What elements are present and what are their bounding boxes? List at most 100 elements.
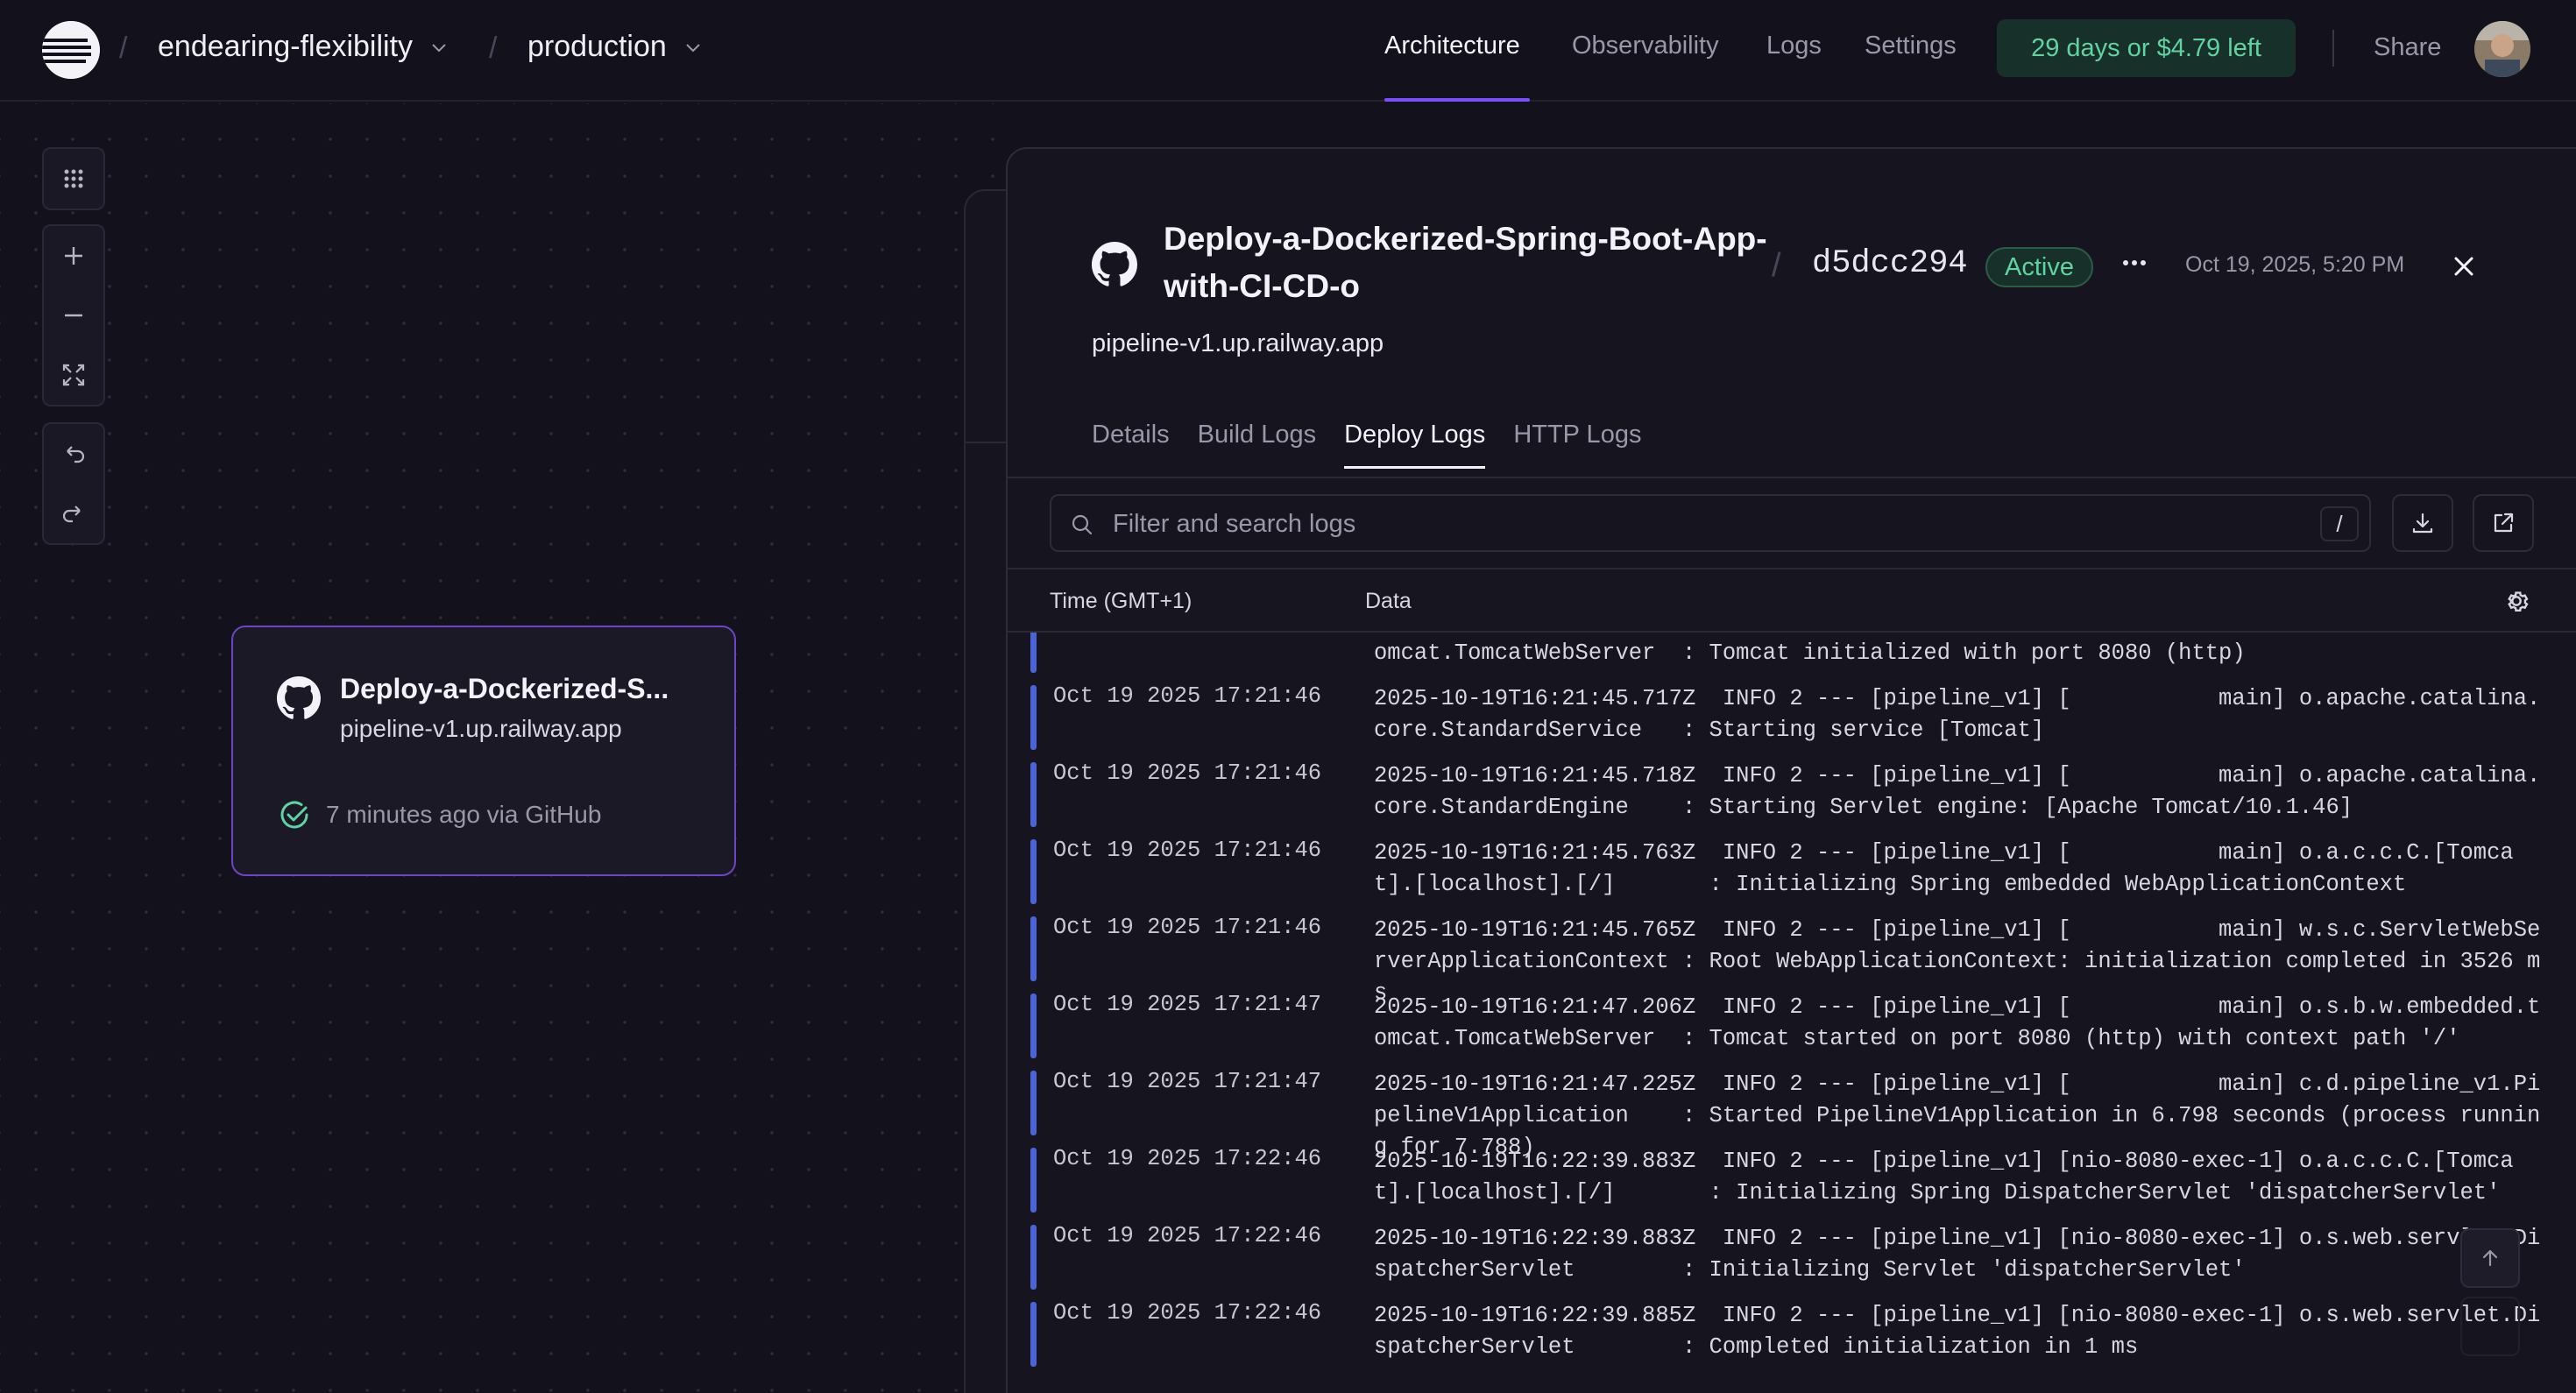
deployment-panel: Deploy-a-Dockerized-Spring-Boot-App-with… [1006,147,2576,1393]
download-logs-button[interactable] [2392,494,2453,552]
log-time: Oct 19 2025 17:21:46 [1053,760,1322,786]
log-row[interactable]: Oct 19 2025 17:22:46 2025-10-19T16:22:39.… [1008,1223,2576,1300]
log-level-bar [1030,633,1037,673]
undo-icon [67,446,85,463]
log-level-bar [1030,993,1037,1058]
log-time: Oct 19 2025 17:22:46 [1053,1146,1322,1171]
log-data: 2025-10-19T16:22:39.883Z INFO 2 --- [pip… [1374,1226,2541,1283]
log-row[interactable]: Oct 19 2025 17:21:46 2025-10-19T16:21:45.… [1008,838,2576,915]
arrow-up-icon [2482,1249,2498,1267]
github-icon [277,676,321,719]
commit-hash[interactable]: d5dcc294 [1812,245,1968,282]
log-row[interactable]: Oct 19 2025 17:21:462025-10-19T16:21:45.… [1008,683,2576,760]
redo-icon [62,506,81,523]
search-shortcut-hint: / [2320,506,2359,541]
fit-screen-button[interactable] [44,345,103,405]
history-controls [42,422,105,545]
log-time: Oct 19 2025 17:22:46 [1053,1300,1322,1326]
divider [2332,30,2334,67]
ellipsis-icon[interactable] [2117,245,2152,280]
log-row[interactable]: Oct 19 2025 17:21:462025-10-19T16:21:45.… [1008,760,2576,838]
nav-settings[interactable]: Settings [1865,32,1957,60]
trial-badge[interactable]: 29 days or $4.79 left [1997,19,2296,77]
search-icon [1072,514,1093,535]
tabs-divider [1008,477,2576,478]
log-time: Oct 19 2025 17:21:46 [1053,838,1322,863]
plus-icon [65,247,82,265]
log-time: Oct 19 2025 17:22:46 [1053,1223,1322,1248]
log-row[interactable]: Oct 19 2025 17:21:462025-10-19T16:21:45.… [1008,915,2576,1006]
log-data: 2025-10-19T16:21:45.695Z INFO 2 --- [pip… [1374,633,2540,666]
zoom-out-button[interactable] [44,286,103,345]
avatar[interactable] [2474,21,2530,77]
tab-details[interactable]: Details [1092,421,1170,469]
minus-icon [65,314,82,317]
undo-button[interactable] [44,424,103,484]
log-level-bar [1030,762,1037,827]
grid-button[interactable] [44,149,103,209]
log-time: Oct 19 2025 17:21:46 [1053,915,1322,940]
tab-build-logs[interactable]: Build Logs [1198,421,1316,469]
nav-logs[interactable]: Logs [1766,32,1822,60]
panel-tabs: Details Build Logs Deploy Logs HTTP Logs [1092,421,1669,469]
grid-icon [64,169,83,188]
column-data: Data [1365,589,1412,613]
log-row[interactable]: Oct 19 2025 17:21:47 2025-10-19T16:21:47.… [1008,992,2576,1069]
nav-active-indicator [1384,98,1530,102]
deployment-date: Oct 19, 2025, 5:20 PM [2185,252,2405,277]
check-circle-icon [280,801,308,829]
log-data: 2025-10-19T16:22:39.883Z INFO 2 --- [pip… [1374,1149,2514,1206]
log-row[interactable]: Oct 19 2025 17:21:47 2025-10-19T16:21:47.… [1008,1069,2576,1160]
log-level-bar [1030,685,1037,750]
log-search-box: / [1050,494,2371,552]
log-data: 2025-10-19T16:21:47.206Z INFO 2 --- [pip… [1374,994,2541,1051]
log-time: Oct 19 2025 17:21:47 [1053,992,1322,1017]
chevron-down-icon [432,43,446,52]
status-badge: Active [1985,247,2093,287]
download-icon [2412,513,2433,534]
scroll-to-top-button[interactable] [2460,1228,2520,1288]
close-icon[interactable] [2448,251,2480,282]
zoom-in-button[interactable] [44,226,103,286]
search-input[interactable] [1113,505,2252,543]
tab-http-logs[interactable]: HTTP Logs [1513,421,1641,469]
service-status: 7 minutes ago via GitHub [277,797,601,832]
project-selector[interactable]: endearing-flexibility [158,30,449,64]
log-row[interactable]: Oct 19 2025 17:22:46 2025-10-19T16:22:39.… [1008,1146,2576,1223]
log-data: 2025-10-19T16:22:39.885Z INFO 2 --- [pip… [1374,1303,2541,1360]
project-name: endearing-flexibility [158,30,414,63]
canvas-menu-group [42,147,105,210]
log-data: 2025-10-19T16:21:45.717Z INFO 2 --- [pip… [1374,686,2541,743]
open-external-button[interactable] [2473,494,2534,552]
service-title: Deploy-a-Dockerized-S... [340,673,669,704]
log-table-header: Time (GMT+1) Data [1008,568,2576,633]
external-link-icon [2494,513,2514,533]
log-level-bar [1030,916,1037,981]
log-row[interactable]: Oct 19 2025 17:21:462025-10-19T16:21:45.… [1008,633,2576,683]
log-time: Oct 19 2025 17:21:47 [1053,1069,1322,1094]
log-level-bar [1030,1302,1037,1367]
log-list[interactable]: Oct 19 2025 17:21:46 2025-10-19T16:21:45.… [1008,633,2576,1393]
service-card[interactable]: Deploy-a-Dockerized-S... pipeline-v1.up.… [231,626,736,876]
chevron-down-icon [686,43,700,52]
service-url: pipeline-v1.up.railway.app [340,715,622,742]
log-row[interactable]: Oct 19 2025 17:22:46 2025-10-19T16:22:39.… [1008,1300,2576,1377]
environment-selector[interactable]: production [527,30,704,64]
github-icon [1092,242,1137,286]
title-separator: / [1772,247,1781,284]
railway-logo-icon[interactable] [42,21,100,79]
nav-observability[interactable]: Observability [1572,32,1719,60]
column-time: Time (GMT+1) [1050,589,1192,613]
log-level-bar [1030,1071,1037,1135]
breadcrumb-separator: / [489,32,498,65]
redo-button[interactable] [44,484,103,543]
log-data: 2025-10-19T16:21:45.763Z INFO 2 --- [pip… [1374,840,2514,897]
nav-architecture[interactable]: Architecture [1384,32,1520,60]
environment-name: production [527,30,667,63]
tab-deploy-logs[interactable]: Deploy Logs [1344,421,1486,469]
share-button[interactable]: Share [2374,33,2441,62]
gear-icon[interactable] [2502,587,2530,615]
deployment-title[interactable]: Deploy-a-Dockerized-Spring-Boot-App-with… [1164,216,1777,310]
deployment-url[interactable]: pipeline-v1.up.railway.app [1092,329,1384,358]
scroll-to-bottom-button[interactable] [2460,1297,2520,1356]
